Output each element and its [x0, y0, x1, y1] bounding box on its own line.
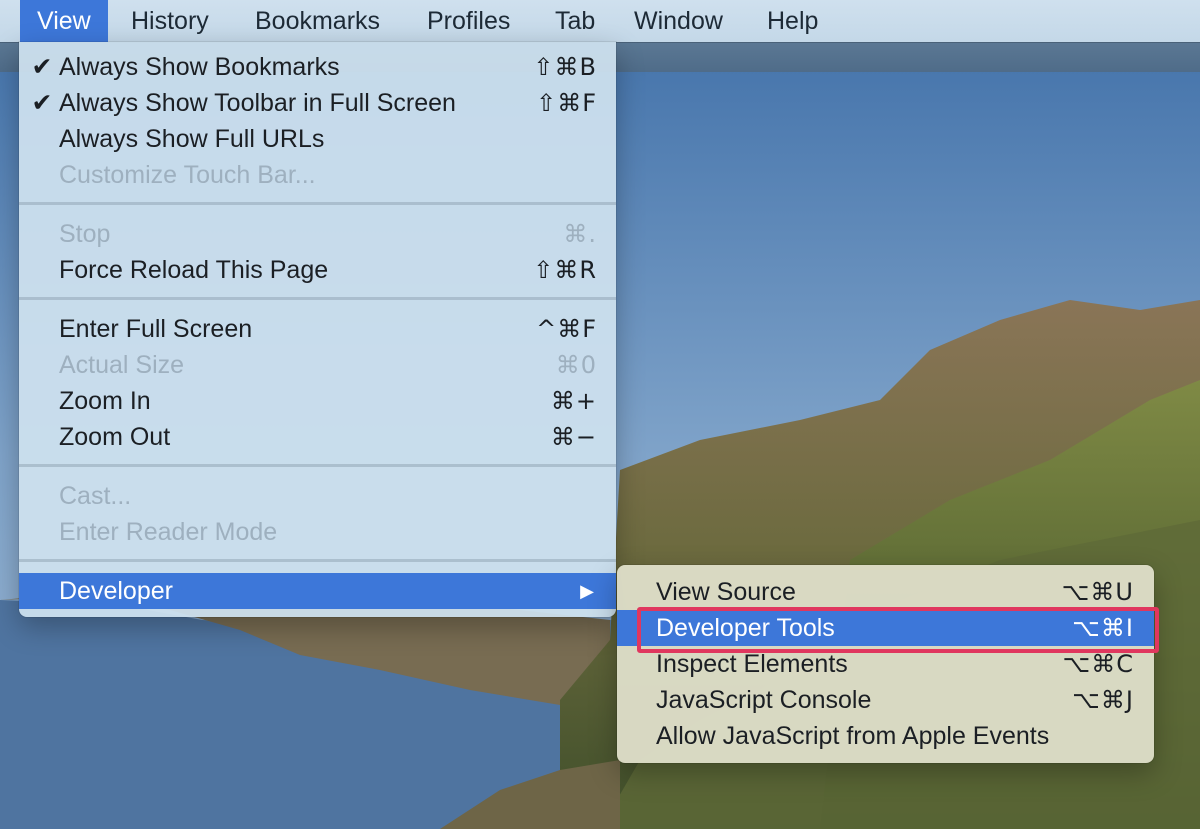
menu-item-always-show-full-urls[interactable]: Always Show Full URLs [19, 121, 616, 157]
menu-item-label: Force Reload This Page [59, 256, 329, 284]
menu-item-label: Zoom In [59, 387, 151, 415]
menu-bar: View History Bookmarks Profiles Tab Wind… [0, 0, 1200, 42]
menu-item-shortcut: ⌥⌘I [1072, 614, 1134, 642]
menu-item-label: Always Show Full URLs [59, 125, 325, 153]
menu-item-enter-full-screen[interactable]: Enter Full Screen ^⌘F [19, 311, 616, 347]
menu-item-actual-size: Actual Size ⌘0 [19, 347, 616, 383]
view-menu: ✔ Always Show Bookmarks ⇧⌘B ✔ Always Sho… [19, 42, 616, 617]
menu-item-shortcut: ⌥⌘J [1072, 686, 1134, 714]
menu-item-label: Stop [59, 220, 111, 248]
submenu-item-inspect-elements[interactable]: Inspect Elements ⌥⌘C [617, 646, 1154, 682]
menubar-item-tab[interactable]: Tab [538, 0, 612, 42]
menu-item-label: Allow JavaScript from Apple Events [656, 722, 1050, 750]
menu-item-label: Developer [59, 577, 173, 605]
menu-separator [19, 559, 616, 562]
menu-item-label: View Source [656, 578, 796, 606]
menubar-item-history[interactable]: History [114, 0, 226, 42]
menubar-item-window[interactable]: Window [617, 0, 740, 42]
menubar-item-view[interactable]: View [20, 0, 108, 42]
submenu-item-allow-javascript-apple-events[interactable]: Allow JavaScript from Apple Events [617, 718, 1154, 754]
checkmark-icon: ✔ [31, 89, 53, 117]
menu-item-shortcut: ⌘0 [555, 351, 597, 379]
menu-item-shortcut: ⌘+ [550, 387, 597, 415]
menu-item-shortcut: ⇧⌘B [533, 53, 597, 81]
menu-separator [19, 202, 616, 205]
submenu-item-view-source[interactable]: View Source ⌥⌘U [617, 574, 1154, 610]
menu-item-label: Developer Tools [656, 614, 835, 642]
menu-item-cast: Cast... [19, 478, 616, 514]
menu-separator [19, 464, 616, 467]
menu-item-shortcut: ⇧⌘R [533, 256, 597, 284]
menu-item-label: Customize Touch Bar... [59, 161, 316, 189]
submenu-item-javascript-console[interactable]: JavaScript Console ⌥⌘J [617, 682, 1154, 718]
menu-bar-edge [0, 0, 2, 42]
triangle-right-icon: ▶ [580, 581, 594, 601]
menu-item-shortcut: ⌥⌘U [1061, 578, 1134, 606]
menu-item-label: JavaScript Console [656, 686, 872, 714]
menu-item-label: Enter Reader Mode [59, 518, 278, 546]
menu-item-shortcut: ⌘. [563, 220, 597, 248]
submenu-item-developer-tools[interactable]: Developer Tools ⌥⌘I [617, 610, 1154, 646]
developer-submenu: View Source ⌥⌘U Developer Tools ⌥⌘I Insp… [617, 565, 1154, 763]
menu-item-zoom-out[interactable]: Zoom Out ⌘− [19, 419, 616, 455]
menu-item-label: Zoom Out [59, 423, 171, 451]
menu-item-force-reload[interactable]: Force Reload This Page ⇧⌘R [19, 252, 616, 288]
checkmark-icon: ✔ [31, 53, 53, 81]
menu-separator [19, 297, 616, 300]
menu-item-customize-touch-bar: Customize Touch Bar... [19, 157, 616, 193]
menu-item-always-show-bookmarks[interactable]: ✔ Always Show Bookmarks ⇧⌘B [19, 49, 616, 85]
menu-item-shortcut: ⌘− [550, 423, 597, 451]
menubar-item-profiles[interactable]: Profiles [410, 0, 527, 42]
menu-item-label: Inspect Elements [656, 650, 848, 678]
menu-item-label: Enter Full Screen [59, 315, 253, 343]
menu-item-label: Cast... [59, 482, 132, 510]
menu-item-developer[interactable]: Developer ▶ [19, 573, 616, 609]
menu-item-stop: Stop ⌘. [19, 216, 616, 252]
menu-item-enter-reader-mode: Enter Reader Mode [19, 514, 616, 550]
menu-item-zoom-in[interactable]: Zoom In ⌘+ [19, 383, 616, 419]
menu-item-shortcut: ⌥⌘C [1062, 650, 1134, 678]
menubar-item-bookmarks[interactable]: Bookmarks [238, 0, 397, 42]
menu-item-label: Always Show Bookmarks [59, 53, 340, 81]
menu-item-shortcut: ^⌘F [536, 315, 597, 343]
menu-item-label: Actual Size [59, 351, 185, 379]
menu-item-always-show-toolbar-full-screen[interactable]: ✔ Always Show Toolbar in Full Screen ⇧⌘F [19, 85, 616, 121]
menu-item-label: Always Show Toolbar in Full Screen [59, 89, 456, 117]
menubar-item-help[interactable]: Help [750, 0, 835, 42]
menu-item-shortcut: ⇧⌘F [536, 89, 597, 117]
